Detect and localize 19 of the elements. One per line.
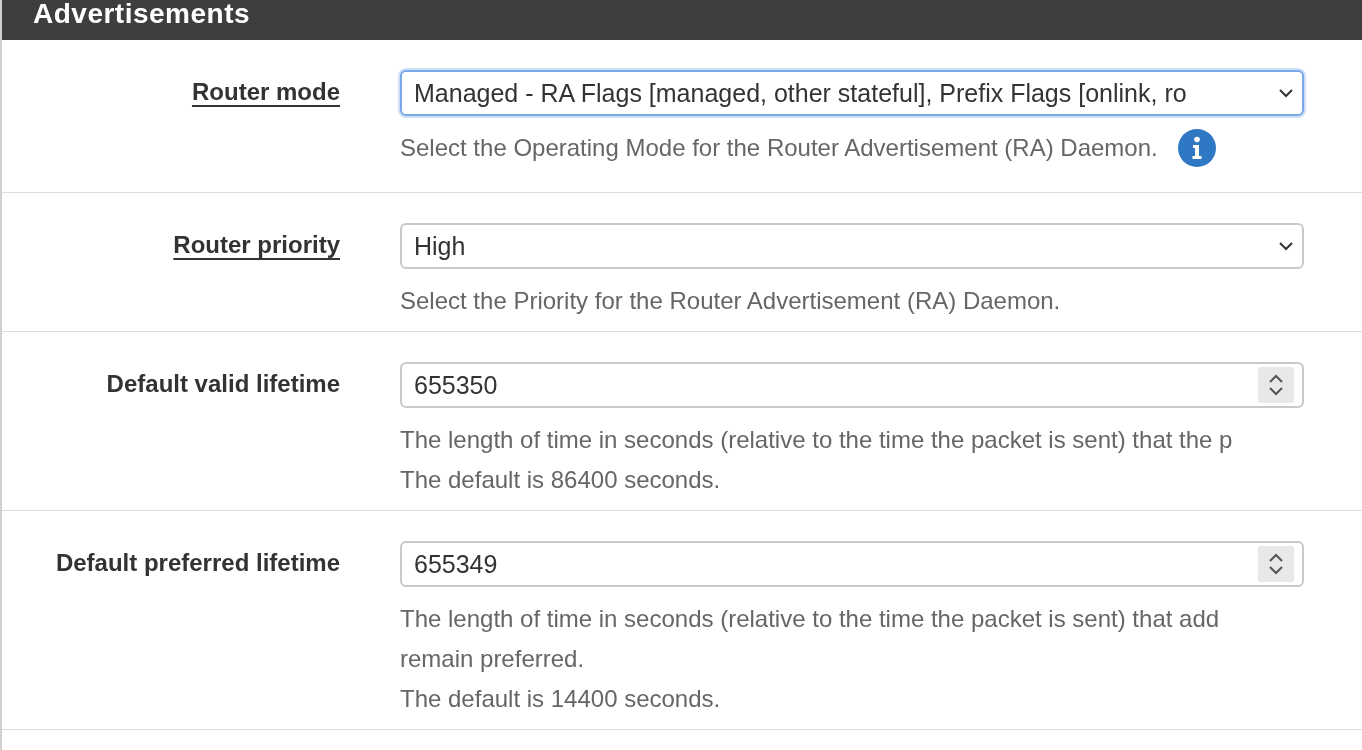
number-field[interactable]: 655349 bbox=[400, 541, 1304, 587]
help-text: Select the Operating Mode for the Router Advertisement (RA) Daemon. bbox=[400, 133, 1158, 163]
help-text: remain preferred. bbox=[400, 644, 586, 674]
field-label: Default preferred lifetime bbox=[55, 548, 340, 578]
field-label: Router priority bbox=[173, 230, 340, 260]
info-icon[interactable] bbox=[1177, 129, 1216, 167]
dropdown[interactable]: High bbox=[400, 223, 1304, 269]
field-label: Default valid lifetime bbox=[106, 369, 340, 399]
section-title: Advertisements bbox=[33, 0, 251, 31]
help-text: The default is 14400 seconds. bbox=[400, 684, 722, 714]
dropdown[interactable]: Managed - RA Flags [managed, other stateful], Prefix Flags [onlink, ro bbox=[400, 70, 1304, 116]
help-text: The length of time in seconds (relative to the time the packet is sent) that the p bbox=[400, 425, 1233, 455]
help-text: The default is 86400 seconds. bbox=[400, 465, 722, 495]
chevron-down-icon bbox=[1278, 88, 1294, 98]
help-text: Select the Priority for the Router Advertisement (RA) Daemon. bbox=[400, 286, 1061, 316]
help-text: The length of time in seconds (relative to the time the packet is sent) that add bbox=[400, 604, 1220, 634]
field-label: Router mode bbox=[192, 77, 340, 107]
chevron-down-icon bbox=[1278, 241, 1294, 251]
number-field[interactable]: 655350 bbox=[400, 362, 1304, 408]
